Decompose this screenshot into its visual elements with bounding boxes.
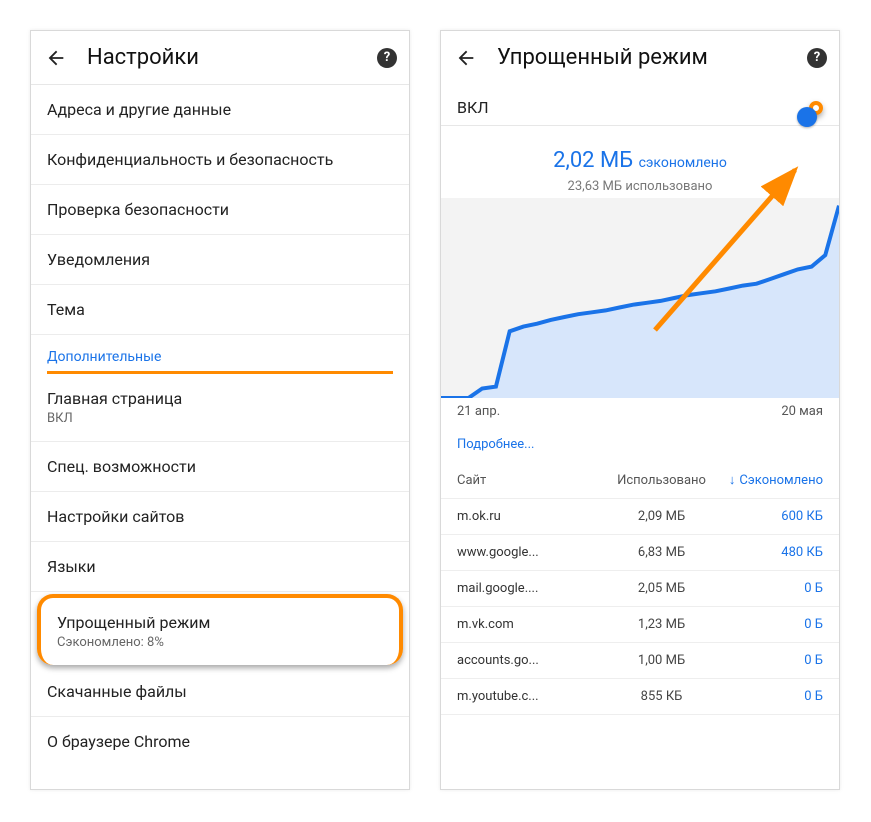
table-row[interactable]: m.ok.ru2,09 МБ600 КБ [441, 499, 839, 535]
savings-chart [441, 198, 839, 398]
cell-site: accounts.go... [457, 653, 608, 668]
header: Настройки ? [31, 31, 409, 84]
settings-row-languages[interactable]: Языки [31, 542, 409, 592]
table-row[interactable]: m.vk.com1,23 МБ0 Б [441, 607, 839, 643]
settings-row-about[interactable]: О браузере Chrome [31, 717, 409, 766]
row-label: Спец. возможности [47, 457, 196, 476]
annotation-highlight-toggle [809, 101, 823, 115]
settings-row-notifications[interactable]: Уведомления [31, 235, 409, 285]
row-sub: Сэкономлено: 8% [57, 635, 383, 650]
header: Упрощенный режим ? [441, 31, 839, 84]
help-icon[interactable]: ? [377, 48, 397, 68]
back-arrow-icon[interactable] [45, 47, 67, 69]
row-label: Скачанные файлы [47, 682, 187, 701]
page-title: Настройки [87, 45, 377, 70]
row-label: Тема [47, 300, 85, 319]
cell-used: 6,83 МБ [608, 545, 716, 560]
row-label: Уведомления [47, 250, 150, 269]
page-title: Упрощенный режим [497, 45, 807, 70]
help-icon[interactable]: ? [807, 48, 827, 68]
cell-saved: 0 Б [715, 617, 823, 632]
cell-used: 1,23 МБ [608, 617, 716, 632]
row-label: Языки [47, 557, 96, 576]
table-row[interactable]: mail.google....2,05 МБ0 Б [441, 571, 839, 607]
table-row[interactable]: accounts.go...1,00 МБ0 Б [441, 643, 839, 679]
cell-used: 2,09 МБ [608, 509, 716, 524]
settings-row-addresses[interactable]: Адреса и другие данные [31, 85, 409, 135]
table-header: Сайт Использовано ↓Сэкономлено [441, 462, 839, 499]
cell-saved: 0 Б [715, 689, 823, 704]
saved-label: сэкономлено [639, 155, 727, 171]
stats-block: 2,02 МБ сэкономлено 23,63 МБ использован… [441, 126, 839, 198]
row-label: Настройки сайтов [47, 507, 184, 526]
cell-site: m.vk.com [457, 617, 608, 632]
col-site: Сайт [457, 473, 608, 488]
col-used: Использовано [608, 473, 716, 488]
row-label: Конфиденциальность и безопасность [47, 150, 333, 169]
table-row[interactable]: m.youtube.c...855 КБ0 Б [441, 679, 839, 715]
cell-saved: 0 Б [715, 581, 823, 596]
row-label: Адреса и другие данные [47, 100, 231, 119]
row-label: Главная страница [47, 389, 182, 408]
settings-row-lite-mode[interactable]: Упрощенный режим Сэкономлено: 8% [37, 594, 403, 665]
status-label: ВКЛ [457, 98, 489, 117]
table-body: m.ok.ru2,09 МБ600 КБwww.google...6,83 МБ… [441, 499, 839, 715]
settings-row-security-check[interactable]: Проверка безопасности [31, 185, 409, 235]
row-label: Проверка безопасности [47, 200, 229, 219]
row-sub: ВКЛ [47, 411, 393, 426]
used-line: 23,63 МБ использовано [441, 179, 839, 194]
col-saved[interactable]: ↓Сэкономлено [715, 472, 823, 488]
cell-saved: 600 КБ [715, 509, 823, 524]
row-label: Упрощенный режим [57, 613, 210, 632]
cell-site: m.ok.ru [457, 509, 608, 524]
toggle-knob [797, 107, 817, 127]
cell-saved: 0 Б [715, 653, 823, 668]
saved-value: 2,02 МБ [553, 148, 633, 173]
settings-row-accessibility[interactable]: Спец. возможности [31, 442, 409, 492]
cell-used: 2,05 МБ [608, 581, 716, 596]
cell-saved: 480 КБ [715, 545, 823, 560]
cell-used: 855 КБ [608, 689, 716, 704]
sort-arrow-icon: ↓ [729, 473, 736, 488]
table-row[interactable]: www.google...6,83 МБ480 КБ [441, 535, 839, 571]
x-start: 21 апр. [457, 404, 500, 419]
x-end: 20 мая [781, 404, 823, 419]
cell-used: 1,00 МБ [608, 653, 716, 668]
settings-panel: Настройки ? Адреса и другие данные Конфи… [30, 30, 410, 790]
cell-site: www.google... [457, 545, 608, 560]
back-arrow-icon[interactable] [455, 47, 477, 69]
cell-site: m.youtube.c... [457, 689, 608, 704]
more-link[interactable]: Подробнее... [441, 429, 839, 462]
settings-row-site-settings[interactable]: Настройки сайтов [31, 492, 409, 542]
lite-mode-panel: Упрощенный режим ? ВКЛ 2,02 МБ сэкономле… [440, 30, 840, 790]
saved-amount: 2,02 МБ сэкономлено [441, 148, 839, 173]
cell-site: mail.google.... [457, 581, 608, 596]
status-row: ВКЛ [441, 84, 839, 125]
chart-x-range: 21 апр. 20 мая [441, 398, 839, 429]
settings-row-theme[interactable]: Тема [31, 285, 409, 335]
row-label: О браузере Chrome [47, 732, 190, 751]
section-advanced-label: Дополнительные [31, 335, 409, 371]
settings-row-homepage[interactable]: Главная страница ВКЛ [31, 374, 409, 442]
settings-row-privacy[interactable]: Конфиденциальность и безопасность [31, 135, 409, 185]
settings-row-downloads[interactable]: Скачанные файлы [31, 667, 409, 717]
